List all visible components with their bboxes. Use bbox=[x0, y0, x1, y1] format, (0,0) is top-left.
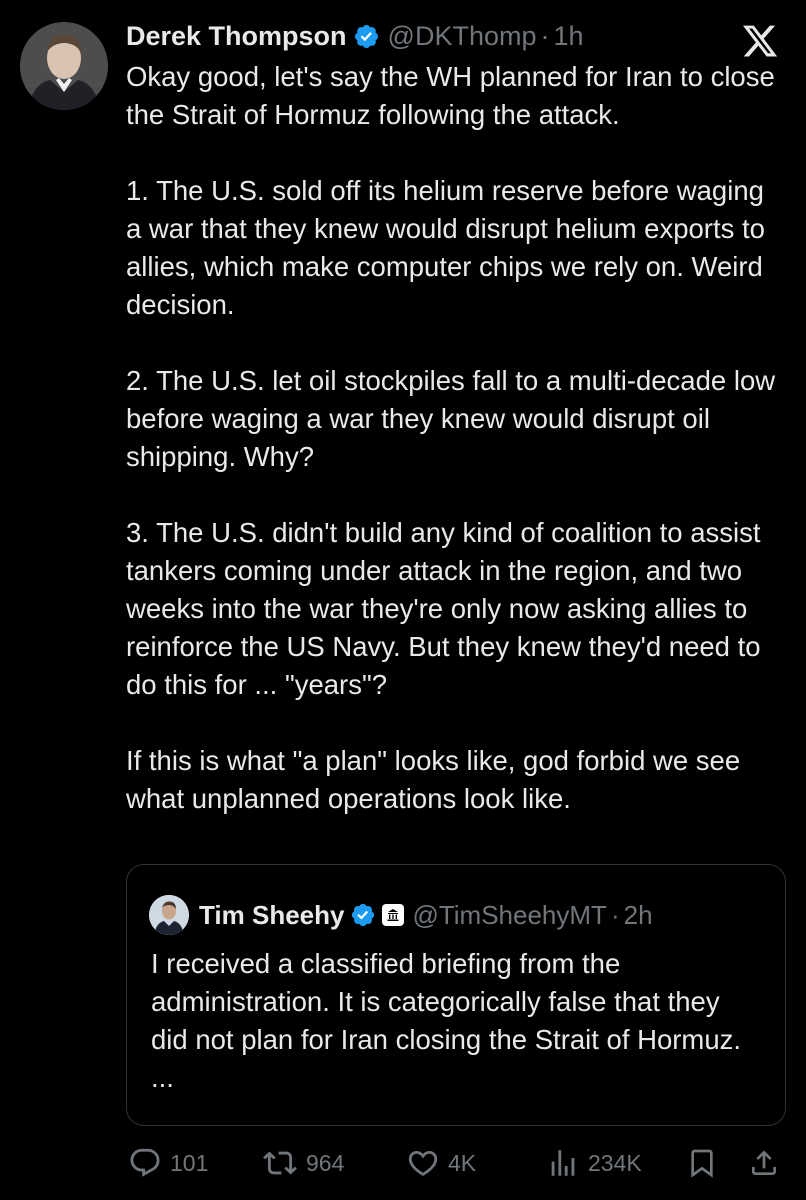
x-logo-icon bbox=[740, 22, 780, 60]
tweet-paragraph: If this is what "a plan" looks like, god… bbox=[126, 745, 741, 814]
tweet-paragraph: 2. The U.S. let oil stockpiles fall to a… bbox=[126, 365, 776, 472]
share-icon bbox=[752, 1150, 776, 1175]
action-bar: 101 964 4K 234K bbox=[0, 1140, 806, 1184]
quoted-tweet-header: Tim Sheehy @TimSheehyMT · 2h bbox=[149, 895, 653, 935]
verified-badge-icon bbox=[353, 23, 380, 50]
views-chart-icon bbox=[551, 1150, 575, 1176]
bookmark-button[interactable] bbox=[686, 1146, 718, 1180]
verified-badge-icon bbox=[350, 902, 376, 928]
quoted-timestamp[interactable]: 2h bbox=[624, 900, 653, 931]
author-photo bbox=[20, 22, 108, 110]
reply-button[interactable]: 101 bbox=[128, 1146, 208, 1180]
tweet-paragraph: Okay good, let's say the WH planned for … bbox=[126, 61, 775, 130]
tweet-header: Derek Thompson @DKThomp · 1h bbox=[126, 18, 584, 54]
tweet-paragraph: 3. The U.S. didn't build any kind of coa… bbox=[126, 517, 761, 700]
repost-count: 964 bbox=[306, 1149, 345, 1176]
separator-dot: · bbox=[610, 899, 620, 930]
separator-dot: · bbox=[540, 20, 550, 51]
author-handle[interactable]: @DKThomp bbox=[388, 21, 537, 52]
views-button[interactable]: 234K bbox=[546, 1146, 642, 1180]
timestamp[interactable]: 1h bbox=[554, 21, 584, 52]
tweet-paragraph: 1. The U.S. sold off its helium reserve … bbox=[126, 175, 765, 320]
quoted-author-avatar[interactable] bbox=[149, 895, 189, 935]
quoted-author-name[interactable]: Tim Sheehy bbox=[199, 900, 344, 931]
like-count: 4K bbox=[448, 1149, 477, 1176]
repost-button[interactable]: 964 bbox=[262, 1146, 344, 1180]
author-name[interactable]: Derek Thompson bbox=[126, 21, 347, 52]
reply-icon bbox=[130, 1148, 160, 1177]
heart-icon bbox=[408, 1150, 438, 1176]
reply-count: 101 bbox=[170, 1149, 209, 1176]
quoted-author-handle[interactable]: @TimSheehyMT bbox=[412, 900, 606, 931]
repost-icon bbox=[263, 1151, 297, 1175]
quoted-tweet[interactable]: Tim Sheehy @TimSheehyMT · 2h I received … bbox=[126, 864, 786, 1126]
tweet-body: Okay good, let's say the WH planned for … bbox=[126, 58, 786, 818]
tweet: Derek Thompson @DKThomp · 1h Okay good, … bbox=[0, 0, 806, 1200]
bookmark-icon bbox=[691, 1149, 713, 1178]
quoted-tweet-text: I received a classified briefing from th… bbox=[151, 948, 742, 1093]
views-count: 234K bbox=[588, 1149, 642, 1176]
author-avatar[interactable] bbox=[20, 22, 108, 110]
like-button[interactable]: 4K bbox=[406, 1146, 476, 1180]
share-button[interactable] bbox=[748, 1146, 780, 1180]
government-building-icon bbox=[382, 904, 405, 926]
